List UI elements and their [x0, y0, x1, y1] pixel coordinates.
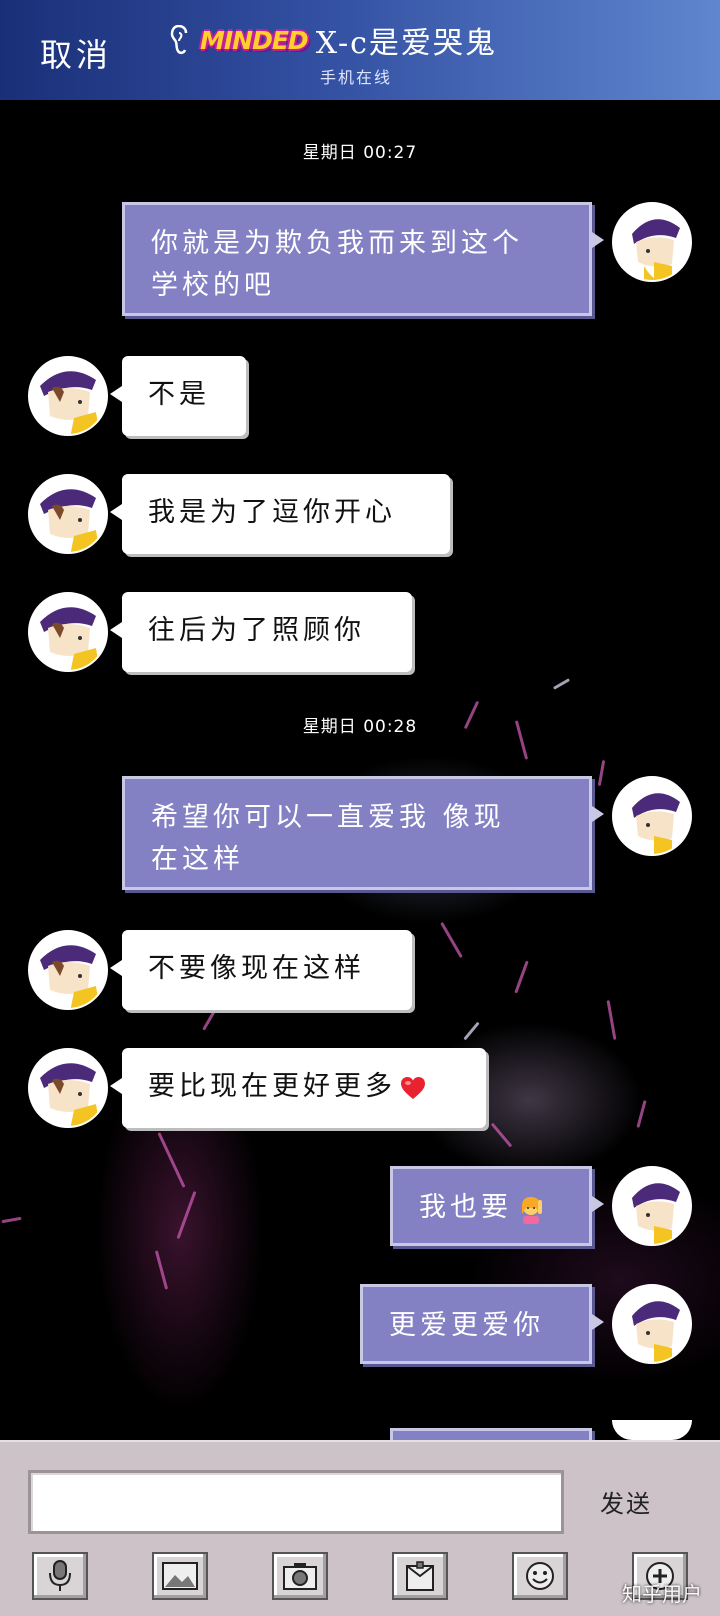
background-spark [440, 921, 463, 959]
file-button[interactable] [392, 1552, 448, 1600]
avatar-illustration [30, 594, 106, 670]
chat-header: 取消 MINDED X-c是爱哭鬼 手机在线 [0, 0, 720, 100]
background-spark [176, 1190, 197, 1240]
incoming-message-bubble[interactable]: 不是 [122, 356, 246, 436]
avatar-illustration [614, 778, 690, 854]
bubble-tail [110, 960, 122, 976]
message-text: 我也要 [419, 1192, 512, 1223]
contact-avatar[interactable] [28, 930, 108, 1010]
camera-button[interactable] [272, 1552, 328, 1600]
background-spark [636, 1100, 647, 1128]
contact-avatar[interactable] [28, 356, 108, 436]
message-text: 希望你可以一直爱我 像现 [151, 802, 505, 833]
chat-history[interactable]: 星期日 00:27 你就是为欺负我而来到这个 学校的吧 不是 我是为了逗你开心 … [0, 100, 720, 1440]
avatar-illustration [30, 932, 106, 1008]
avatar-illustration [614, 204, 690, 280]
bubble-tail [592, 1314, 604, 1330]
input-bar: 发送 [0, 1440, 720, 1616]
cancel-button[interactable]: 取消 [40, 30, 112, 76]
background-spark [1, 1216, 22, 1224]
camera-icon [283, 1563, 317, 1590]
watermark: 知乎用户 [622, 1582, 702, 1606]
voice-button[interactable] [32, 1552, 88, 1600]
incoming-message-bubble[interactable]: 不要像现在这样 [122, 930, 412, 1010]
contact-avatar[interactable] [28, 1048, 108, 1128]
background-spark [597, 759, 606, 787]
background-spark [463, 1021, 480, 1041]
message-text: 更爱更爱你 [389, 1310, 544, 1341]
bubble-tail [592, 806, 604, 822]
title-row: MINDED X-c是爱哭鬼 [170, 18, 497, 62]
microphone-icon [49, 1560, 71, 1591]
background-spark [157, 1132, 186, 1188]
message-text: 学校的吧 [151, 270, 275, 301]
message-text: 不要像现在这样 [148, 953, 365, 984]
smiley-icon [526, 1562, 554, 1590]
avatar-illustration [30, 476, 106, 552]
image-button[interactable] [152, 1552, 208, 1600]
message-text: 不是 [148, 379, 210, 410]
bubble-tail [110, 386, 122, 402]
folder-icon [406, 1561, 434, 1591]
avatar-illustration [30, 358, 106, 434]
message-text: 要比现在更好更多 [148, 1071, 396, 1102]
avatar-illustration [30, 1050, 106, 1126]
my-avatar[interactable] [612, 1420, 692, 1440]
contact-name[interactable]: X-c是爱哭鬼 [316, 18, 497, 62]
background-spark [154, 1250, 169, 1290]
contact-avatar[interactable] [28, 592, 108, 672]
message-input[interactable] [28, 1470, 564, 1534]
avatar-illustration [614, 1286, 690, 1362]
timestamp: 星期日 00:28 [302, 717, 418, 737]
bubble-tail [592, 232, 604, 248]
ear-icon [170, 25, 188, 55]
timestamp: 星期日 00:27 [302, 143, 418, 163]
message-text: 你就是为欺负我而来到这个 [151, 228, 523, 259]
message-text: 我是为了逗你开心 [148, 497, 396, 528]
brand-logo-text: MINDED [200, 25, 309, 55]
bubble-tail [110, 504, 122, 520]
incoming-message-bubble[interactable]: 要比现在更好更多 [122, 1048, 486, 1128]
bubble-tail [592, 1196, 604, 1212]
red-heart-icon [401, 1076, 425, 1099]
message-text: 往后为了照顾你 [148, 615, 365, 646]
background-spark [606, 1000, 617, 1040]
outgoing-message-bubble[interactable]: 你就是为欺负我而来到这个 学校的吧 [122, 202, 592, 316]
raising-hand-girl-icon [522, 1196, 542, 1224]
my-avatar[interactable] [612, 202, 692, 282]
my-avatar[interactable] [612, 776, 692, 856]
background-spark [514, 960, 529, 994]
image-icon [162, 1562, 198, 1590]
outgoing-message-bubble[interactable]: 我也要 [390, 1166, 592, 1246]
message-text: 在这样 [151, 844, 244, 875]
my-avatar[interactable] [612, 1284, 692, 1364]
avatar-illustration [614, 1168, 690, 1244]
online-status: 手机在线 [320, 68, 393, 87]
background-spark [552, 678, 571, 690]
background-spark [490, 1122, 513, 1148]
my-avatar[interactable] [612, 1166, 692, 1246]
send-button[interactable]: 发送 [600, 1484, 652, 1519]
outgoing-message-bubble[interactable]: 更爱更爱你 [360, 1284, 592, 1364]
incoming-message-bubble[interactable]: 我是为了逗你开心 [122, 474, 450, 554]
bubble-tail [110, 1078, 122, 1094]
bubble-tail [110, 622, 122, 638]
outgoing-message-bubble[interactable] [390, 1428, 592, 1440]
emoji-button[interactable] [512, 1552, 568, 1600]
contact-avatar[interactable] [28, 474, 108, 554]
incoming-message-bubble[interactable]: 往后为了照顾你 [122, 592, 412, 672]
outgoing-message-bubble[interactable]: 希望你可以一直爱我 像现 在这样 [122, 776, 592, 890]
